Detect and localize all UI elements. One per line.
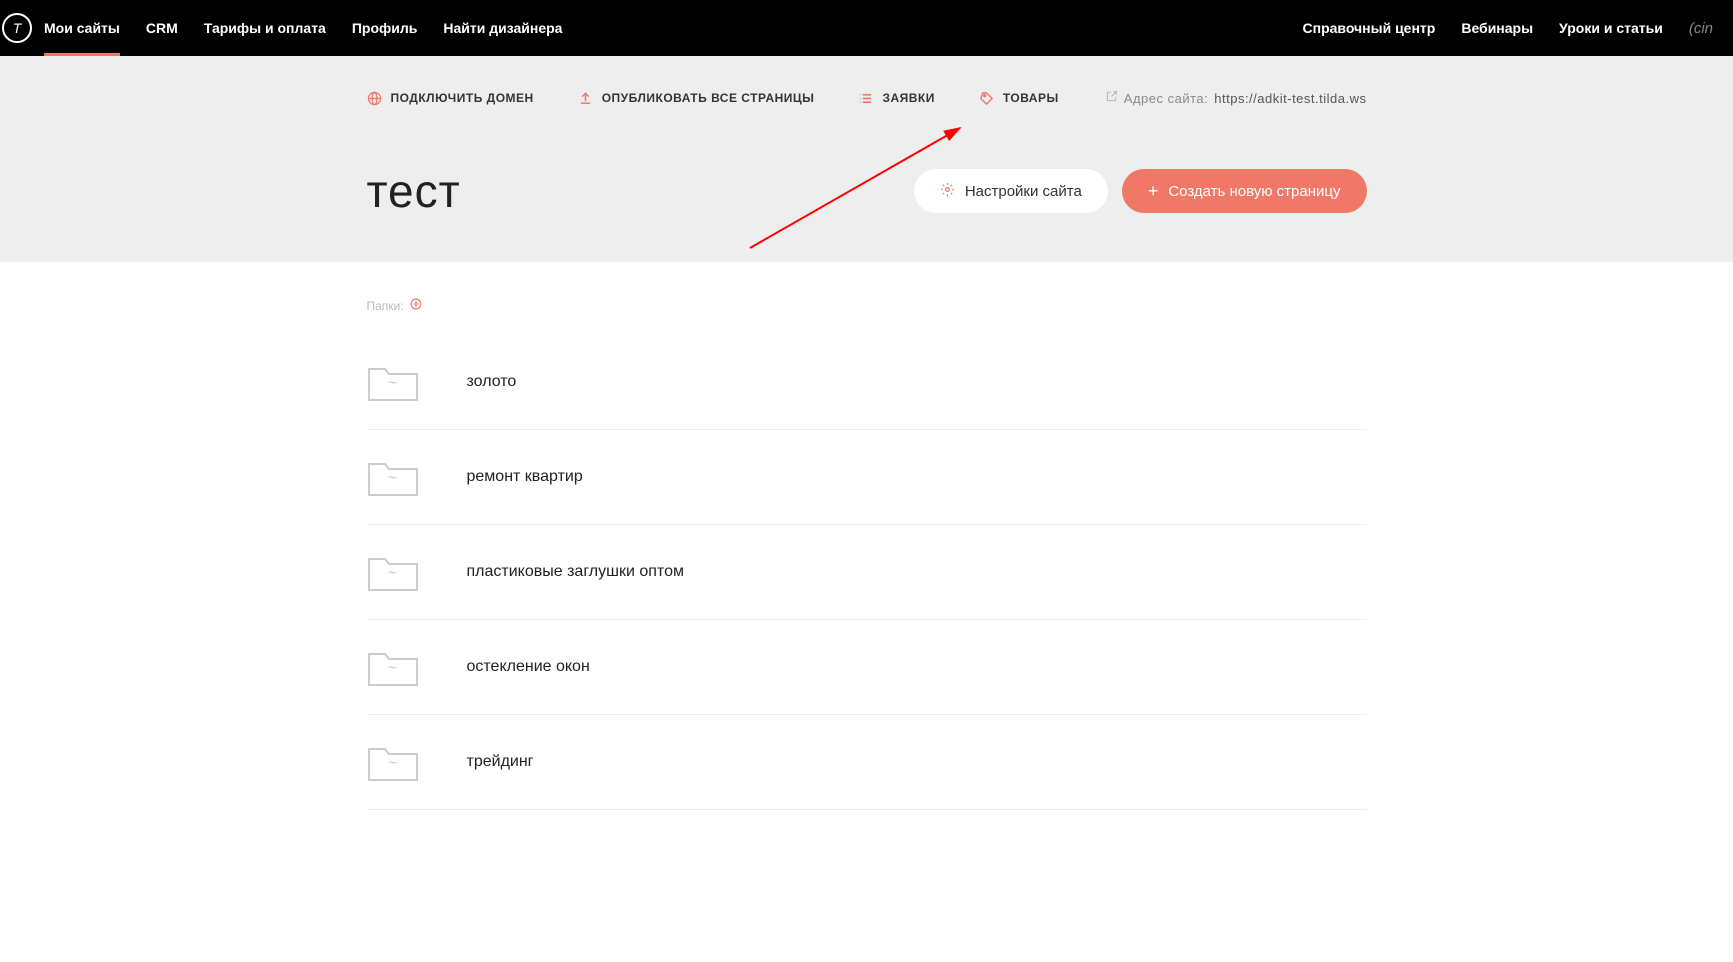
nav-left: Мои сайты CRM Тарифы и оплата Профиль На… (44, 0, 562, 56)
page-row[interactable]: ~ остекление окон (367, 620, 1367, 715)
title-row: тест Настройки сайта + Создать новую стр… (367, 164, 1367, 262)
nav-pricing[interactable]: Тарифы и оплата (204, 0, 326, 56)
nav-profile[interactable]: Профиль (352, 0, 418, 56)
folder-glyph: ~ (367, 755, 419, 773)
folder-icon: ~ (367, 456, 419, 498)
page-list: ~ золото ~ ремонт квартир ~ пластиковые … (367, 335, 1367, 810)
folders-label-text: Папки: (367, 299, 404, 313)
folder-glyph: ~ (367, 375, 419, 393)
create-page-button[interactable]: + Создать новую страницу (1122, 169, 1367, 213)
page-name: остекление окон (467, 658, 590, 676)
site-settings-label: Настройки сайта (965, 183, 1082, 200)
folders-label: Папки: (367, 298, 1367, 313)
sub-bar: ПОДКЛЮЧИТЬ ДОМЕН ОПУБЛИКОВАТЬ ВСЕ СТРАНИ… (0, 56, 1733, 262)
action-publish-all-label: ОПУБЛИКОВАТЬ ВСЕ СТРАНИЦЫ (602, 91, 815, 105)
site-address-url[interactable]: https://adkit-test.tilda.ws (1214, 91, 1366, 106)
page-name: золото (467, 373, 517, 391)
site-settings-button[interactable]: Настройки сайта (914, 169, 1108, 213)
nav-webinars[interactable]: Вебинары (1461, 20, 1533, 36)
create-page-label: Создать новую страницу (1168, 183, 1340, 200)
nav-tail-text: (cin (1689, 20, 1713, 37)
top-nav: T Мои сайты CRM Тарифы и оплата Профиль … (0, 0, 1733, 56)
action-publish-all[interactable]: ОПУБЛИКОВАТЬ ВСЕ СТРАНИЦЫ (578, 91, 815, 106)
action-leads[interactable]: ЗАЯВКИ (858, 91, 934, 106)
folder-icon: ~ (367, 646, 419, 688)
folder-icon: ~ (367, 551, 419, 593)
add-folder-icon[interactable] (410, 298, 422, 313)
folder-icon: ~ (367, 741, 419, 783)
globe-icon (367, 91, 382, 106)
upload-icon (578, 91, 593, 106)
page-name: трейдинг (467, 753, 534, 771)
nav-crm[interactable]: CRM (146, 0, 178, 56)
page-row[interactable]: ~ золото (367, 335, 1367, 430)
sub-actions: ПОДКЛЮЧИТЬ ДОМЕН ОПУБЛИКОВАТЬ ВСЕ СТРАНИ… (367, 90, 1367, 106)
site-title: тест (367, 164, 461, 218)
page-row[interactable]: ~ пластиковые заглушки оптом (367, 525, 1367, 620)
action-leads-label: ЗАЯВКИ (882, 91, 934, 105)
folder-glyph: ~ (367, 565, 419, 583)
site-address: Адрес сайта: https://adkit-test.tilda.ws (1105, 90, 1367, 106)
nav-right: Справочный центр Вебинары Уроки и статьи… (1303, 20, 1714, 37)
nav-help[interactable]: Справочный центр (1303, 20, 1436, 36)
page-name: ремонт квартир (467, 468, 583, 486)
nav-lessons[interactable]: Уроки и статьи (1559, 20, 1663, 36)
page-name: пластиковые заглушки оптом (467, 563, 684, 581)
nav-find-designer[interactable]: Найти дизайнера (443, 0, 562, 56)
action-connect-domain[interactable]: ПОДКЛЮЧИТЬ ДОМЕН (367, 91, 534, 106)
page-row[interactable]: ~ ремонт квартир (367, 430, 1367, 525)
action-products-label: ТОВАРЫ (1003, 91, 1059, 105)
list-icon (858, 91, 873, 106)
plus-icon: + (1148, 181, 1159, 202)
folder-icon: ~ (367, 361, 419, 403)
page-row[interactable]: ~ трейдинг (367, 715, 1367, 810)
site-address-label: Адрес сайта: (1124, 91, 1208, 106)
external-link-icon (1105, 90, 1118, 106)
gear-icon (940, 182, 955, 201)
nav-my-sites[interactable]: Мои сайты (44, 0, 120, 56)
content: Папки: ~ золото ~ ремонт квартир ~ пл (0, 262, 1733, 962)
folder-glyph: ~ (367, 470, 419, 488)
action-products[interactable]: ТОВАРЫ (979, 91, 1059, 106)
tag-icon (979, 91, 994, 106)
title-actions: Настройки сайта + Создать новую страницу (914, 169, 1367, 213)
action-connect-domain-label: ПОДКЛЮЧИТЬ ДОМЕН (391, 91, 534, 105)
folder-glyph: ~ (367, 660, 419, 678)
logo-icon[interactable]: T (2, 13, 32, 43)
